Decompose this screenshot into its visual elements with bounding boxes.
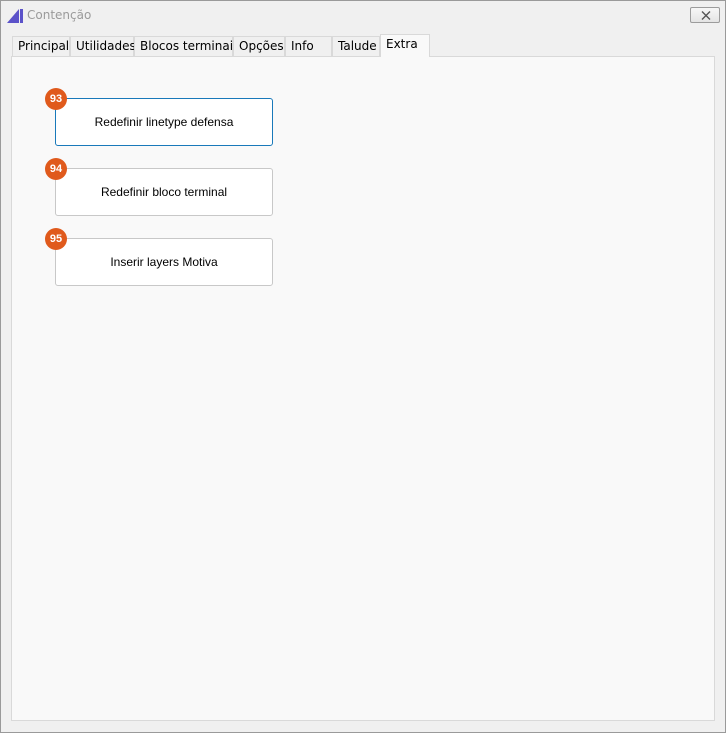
tab-talude[interactable]: Talude [332,36,380,56]
tab-principal[interactable]: Principal [12,36,70,56]
tab-utilidades[interactable]: Utilidades [70,36,136,56]
inserir-layers-motiva-button[interactable]: Inserir layers Motiva [55,238,273,286]
shortcut-badge: 93 [45,88,67,110]
shortcut-badge: 95 [45,228,67,250]
close-button[interactable] [690,7,720,23]
close-icon [701,11,711,20]
redefinir-bloco-terminal-button[interactable]: Redefinir bloco terminal [55,168,273,216]
redefinir-linetype-defensa-button[interactable]: Redefinir linetype defensa [55,98,273,146]
tab-extra[interactable]: Extra [380,34,430,57]
tab-info[interactable]: Info [285,36,332,56]
app-window: Contenção Principal Utilidades Blocos te… [0,0,726,733]
tab-panel-extra: Redefinir linetype defensa 93 Redefinir … [11,56,715,721]
tab-opcoes[interactable]: Opções [233,36,285,56]
shortcut-badge: 94 [45,158,67,180]
tab-blocos-terminais[interactable]: Blocos terminais [134,36,239,56]
app-logo-icon [7,8,23,24]
window-title: Contenção [27,8,92,22]
title-bar: Contenção [1,1,725,31]
